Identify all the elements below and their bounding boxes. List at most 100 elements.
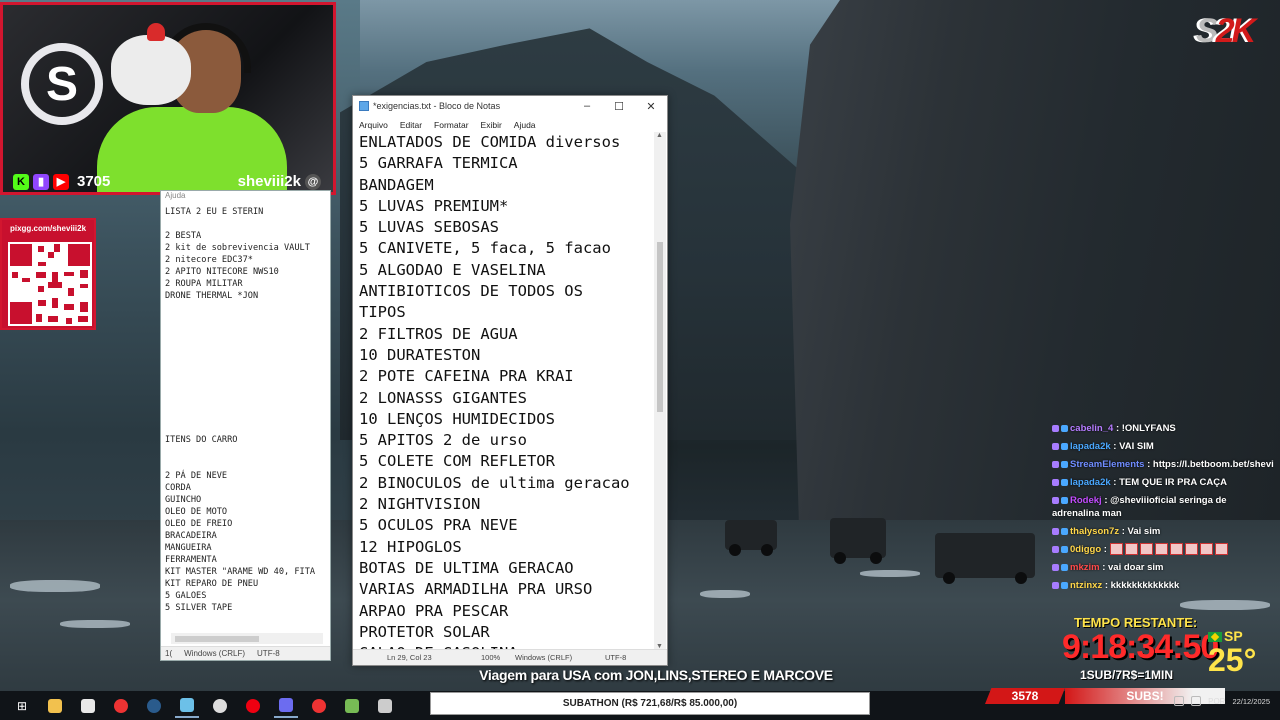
qr-module — [80, 302, 88, 312]
status-bar: Ln 29, Col 23 100% Windows (CRLF) UTF-8 — [353, 649, 667, 665]
notepad-secondary-text[interactable]: LISTA 2 EU E STERIN 2 BESTA 2 kit de sobr… — [161, 203, 330, 617]
qr-code[interactable] — [8, 242, 92, 326]
logo-letter: S — [45, 57, 78, 111]
text-line: 5 OCULOS PRA NEVE — [359, 516, 518, 535]
text-line: 5 APITOS 2 de urso — [359, 431, 527, 450]
status-line-ending: Windows (CRLF) — [515, 653, 573, 662]
language-indicator[interactable]: POR — [1208, 697, 1225, 706]
text-line: LISTA 2 EU E STERIN — [165, 207, 264, 217]
snow-patch — [700, 590, 750, 598]
menu-editar[interactable]: Editar — [400, 120, 422, 130]
text-line: 5 LUVAS SEBOSAS — [359, 218, 499, 237]
notepad-text-area[interactable]: ENLATADOS DE COMIDA diversos 5 GARRAFA TE… — [359, 132, 649, 664]
opera-icon[interactable] — [241, 694, 265, 718]
text-line — [165, 362, 326, 374]
text-line — [165, 302, 326, 314]
s2k-logo: S2K — [1196, 12, 1256, 50]
chat-badge-icon — [1061, 442, 1068, 450]
chat-message: thalyson7z : Vai sim — [1052, 525, 1274, 538]
app-icon[interactable] — [340, 694, 364, 718]
menu-item-ajuda[interactable]: Ajuda — [161, 191, 330, 203]
clock[interactable]: 22/12/2025 — [1232, 697, 1270, 706]
emote-icon — [1124, 543, 1138, 556]
menu-exibir[interactable]: Exibir — [481, 120, 502, 130]
qr-module — [48, 282, 62, 288]
scroll-up-icon[interactable]: ▲ — [656, 132, 663, 139]
text-line: ENLATADOS DE COMIDA diversos — [359, 133, 621, 151]
status-bar: 1( Windows (CRLF) UTF-8 — [161, 646, 330, 660]
qr-module — [12, 272, 18, 278]
chat-text: : kkkkkkkkkkkkk — [1102, 580, 1180, 591]
window-title: *exigencias.txt - Bloco de Notas — [373, 101, 501, 111]
menu-ajuda[interactable]: Ajuda — [514, 120, 536, 130]
chat-text: : !ONLYFANS — [1113, 423, 1176, 434]
chat-message: cabelin_4 : !ONLYFANS — [1052, 422, 1274, 435]
discord-icon[interactable] — [274, 694, 298, 718]
chat-badge-icon — [1052, 478, 1059, 486]
menu-arquivo[interactable]: Arquivo — [359, 120, 388, 130]
qr-module — [78, 316, 88, 322]
youtube-icon: ▶ — [53, 173, 69, 190]
text-line: KIT MASTER "ARAME WD 40, FITA — [165, 567, 316, 577]
qr-module — [52, 298, 58, 308]
trip-banner: Viagem para USA com JON,LINS,STEREO E MA… — [479, 667, 833, 683]
text-line: 2 kit de sobrevivencia VAULT — [165, 243, 310, 253]
text-line: 5 GALOES — [165, 591, 207, 601]
snow-patch — [60, 620, 130, 628]
chat-username: lapada2k — [1070, 477, 1111, 488]
volume-icon[interactable] — [1191, 696, 1202, 706]
scrollbar-thumb[interactable] — [657, 242, 663, 412]
text-line: PROTETOR SOLAR — [359, 622, 490, 641]
text-line: 2 APITO NITECORE NWS10 — [165, 267, 279, 277]
snow-patch — [860, 570, 920, 577]
vertical-scrollbar[interactable]: ▲ ▼ — [654, 132, 666, 650]
sub-counter: 3578 — [985, 688, 1065, 704]
chat-badge-icon — [1052, 563, 1059, 571]
text-line: BANDAGEM — [359, 175, 434, 194]
minimize-button[interactable]: – — [571, 100, 603, 113]
chat-message: lapada2k : TEM QUE IR PRA CAÇA — [1052, 476, 1274, 489]
windows-start-icon[interactable]: ⊞ — [10, 694, 34, 718]
snow-patch — [10, 580, 100, 592]
emote-icon — [1214, 543, 1228, 556]
network-icon[interactable] — [1174, 696, 1185, 706]
chrome-icon[interactable] — [109, 694, 133, 718]
notepad-secondary-window[interactable]: Ajuda LISTA 2 EU E STERIN 2 BESTA 2 kit d… — [160, 190, 331, 661]
system-tray: POR 22/12/2025 — [1174, 696, 1270, 706]
emote-icon — [1169, 543, 1183, 556]
maximize-button[interactable]: ☐ — [603, 100, 635, 113]
calculator-icon[interactable] — [373, 694, 397, 718]
notepad-icon[interactable] — [175, 694, 199, 718]
title-bar[interactable]: *exigencias.txt - Bloco de Notas – ☐ ✕ — [353, 96, 667, 116]
scrollbar-thumb[interactable] — [175, 636, 259, 642]
webcam-social-bar: K ▮ ▶ 3705 — [13, 173, 110, 190]
text-line: 2 ROUPA MILITAR — [165, 279, 243, 289]
chat-username: cabelin_4 — [1070, 423, 1114, 434]
window-controls: – ☐ ✕ — [571, 100, 667, 113]
horizontal-scrollbar[interactable] — [171, 633, 323, 644]
obs-icon[interactable] — [208, 694, 232, 718]
text-line — [165, 410, 326, 422]
text-line — [165, 350, 326, 362]
text-line: 5 GARRAFA TERMICA — [359, 154, 518, 173]
steam-icon[interactable] — [142, 694, 166, 718]
folder-icon[interactable] — [43, 694, 67, 718]
vehicle — [830, 518, 886, 564]
qr-module — [38, 246, 44, 252]
chat-badge-icon — [1052, 545, 1059, 553]
status-spacer: 1( — [165, 649, 173, 658]
spiral-icon: @ — [305, 173, 321, 190]
timer-rule: 1SUB/7R$=1MIN — [1080, 668, 1174, 682]
notepad-window[interactable]: *exigencias.txt - Bloco de Notas – ☐ ✕ A… — [352, 95, 668, 666]
chrome-icon[interactable] — [307, 694, 331, 718]
text-line: 2 PÁ DE NEVE — [165, 471, 228, 481]
chat-username: StreamElements — [1070, 459, 1145, 470]
text-line — [165, 338, 326, 350]
subathon-goal-bar: SUBATHON (R$ 721,68/R$ 85.000,00) — [430, 692, 870, 715]
store-icon[interactable] — [76, 694, 100, 718]
pix-qr-panel: pixgg.com/sheviii2k — [0, 218, 96, 330]
qr-title: pixgg.com/sheviii2k — [9, 224, 87, 233]
close-button[interactable]: ✕ — [635, 100, 667, 113]
text-line: BOTAS DE ULTIMA GERACAO — [359, 558, 574, 577]
menu-formatar[interactable]: Formatar — [434, 120, 468, 130]
